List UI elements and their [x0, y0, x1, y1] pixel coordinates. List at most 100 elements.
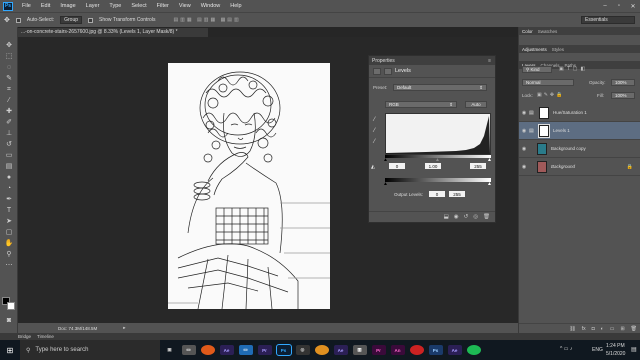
tab-color[interactable]: Color	[522, 29, 533, 34]
eyedropper-gray-icon[interactable]: ⁄	[374, 128, 375, 134]
menu-layer[interactable]: Layer	[81, 3, 105, 9]
eraser-icon[interactable]: ▭	[4, 151, 14, 161]
opera-icon[interactable]	[409, 345, 424, 355]
input-mid-field[interactable]: 1.00	[425, 163, 441, 169]
layer-name[interactable]: Background copy	[551, 146, 586, 151]
layer-filter-dropdown[interactable]: ⚲ Kind	[522, 66, 552, 73]
layer-mask-thumbnail[interactable]	[539, 106, 549, 119]
zoom-icon[interactable]: ⚲	[4, 250, 14, 260]
new-adjustment-icon[interactable]: ◐	[601, 326, 604, 332]
firefox-icon[interactable]	[200, 345, 215, 355]
eye-icon[interactable]: ◉	[519, 128, 529, 134]
trash-icon[interactable]: 🗑	[631, 326, 637, 332]
layer-mask-thumbnail[interactable]	[538, 123, 550, 138]
channel-dropdown[interactable]: RGB ⇕	[385, 101, 457, 108]
layer-thumbnail[interactable]	[537, 142, 547, 155]
premiere-icon[interactable]: Pr	[257, 345, 272, 355]
maximize-icon[interactable]: ▫	[612, 0, 626, 12]
reset-icon[interactable]: ↺	[464, 214, 469, 220]
fx-icon[interactable]: fx	[582, 326, 586, 332]
tab-timeline[interactable]: Timeline	[37, 334, 54, 339]
adobe-icon[interactable]: An	[390, 345, 405, 355]
clip-warning-icon[interactable]: ◭	[371, 164, 375, 170]
more-tools-icon[interactable]: ⋯	[4, 261, 14, 271]
mask-icon[interactable]	[384, 67, 392, 75]
language-indicator[interactable]: ENG	[592, 347, 603, 353]
dodge-icon[interactable]: ◔	[4, 184, 14, 194]
menu-view[interactable]: View	[174, 3, 196, 9]
marquee-icon[interactable]: ⬚	[4, 52, 14, 62]
opacity-field[interactable]: 100%	[611, 79, 635, 86]
menu-window[interactable]: Window	[196, 3, 226, 9]
blender-icon[interactable]	[314, 345, 329, 355]
layer-thumbnail[interactable]	[537, 160, 547, 173]
document-tab[interactable]: ...-on-concrete-stairs-2657600.jpg @ 8.3…	[18, 28, 208, 37]
crop-icon[interactable]: ⌗	[4, 85, 14, 95]
properties-tab[interactable]: Properties ≡	[369, 56, 495, 65]
quick-mask-icon[interactable]: ◙	[4, 316, 14, 326]
move-tool-icon[interactable]: ✥	[4, 16, 10, 24]
lock-icons[interactable]: ▣✎✥🔒	[537, 92, 564, 98]
panel-menu-icon[interactable]: ≡	[488, 58, 491, 64]
input-black-slider[interactable]: ▲	[383, 157, 388, 163]
clock-date[interactable]: 5/1/2020	[606, 351, 625, 357]
show-transform-checkbox[interactable]	[88, 17, 94, 23]
app-icon[interactable]	[466, 345, 481, 355]
menu-help[interactable]: Help	[225, 3, 246, 9]
layer-row[interactable]: ◉ ▤ Hue/Saturation 1	[519, 104, 640, 122]
fill-field[interactable]: 100%	[611, 92, 635, 99]
pen-icon[interactable]: ✒	[4, 195, 14, 205]
document-image-sketch[interactable]	[168, 63, 330, 309]
gradient-icon[interactable]: ▤	[4, 162, 14, 172]
eyedropper-white-icon[interactable]: ⁄	[374, 139, 375, 145]
eye-icon[interactable]: ◉	[519, 164, 529, 170]
add-mask-icon[interactable]: ◘	[592, 326, 595, 332]
brush-icon[interactable]: ✐	[4, 118, 14, 128]
layer-filter-icons[interactable]: ▣T▢◧	[559, 66, 588, 72]
layer-row[interactable]: ◉ Background copy	[519, 140, 640, 158]
tab-swatches[interactable]: Swatches	[538, 29, 558, 34]
folder-icon[interactable]: ▭	[238, 345, 253, 355]
shape-icon[interactable]: ▢	[4, 228, 14, 238]
background-color-swatch[interactable]	[7, 302, 15, 310]
status-arrow-icon[interactable]: ▸	[123, 325, 125, 331]
output-black-slider[interactable]: ▲	[383, 181, 388, 187]
blend-mode-dropdown[interactable]: Normal	[522, 79, 574, 86]
output-white-slider[interactable]: ▲	[487, 181, 492, 187]
eyedropper-icon[interactable]: ⁄	[4, 96, 14, 106]
output-white-field[interactable]: 255	[449, 191, 465, 197]
layer-row-selected[interactable]: ◉ ▤ Levels 1	[519, 122, 640, 140]
tab-styles[interactable]: Styles	[552, 47, 564, 52]
app-icon[interactable]: ▥	[352, 345, 367, 355]
taskbar-search[interactable]: ⚲ Type here to search	[20, 340, 160, 360]
app-icon[interactable]: ◎	[295, 345, 310, 355]
input-white-slider[interactable]: ▲	[487, 157, 492, 163]
clock-time[interactable]: 1:24 PM	[606, 343, 625, 349]
preset-dropdown[interactable]: Default ⇕	[393, 84, 487, 91]
lasso-icon[interactable]: ◌	[4, 63, 14, 73]
menu-edit[interactable]: Edit	[36, 3, 55, 9]
auto-select-checkbox[interactable]	[15, 17, 21, 23]
file-explorer-icon[interactable]: ▭	[181, 345, 196, 355]
stamp-icon[interactable]: ⊥	[4, 129, 14, 139]
eyedropper-black-icon[interactable]: ⁄	[374, 117, 375, 123]
move-icon[interactable]: ✥	[4, 41, 14, 51]
align-icons[interactable]: ▤▥▦ ▤▥▦ ▦▤▥	[173, 17, 240, 23]
tab-adjustments[interactable]: Adjustments	[522, 47, 547, 52]
photoshop-taskbar-icon[interactable]: Ps	[275, 344, 292, 356]
output-black-field[interactable]: 0	[429, 191, 445, 197]
after-effects-icon[interactable]: Ae	[219, 345, 234, 355]
auto-button[interactable]: Auto	[465, 101, 487, 108]
eye-icon[interactable]: ◉	[519, 110, 529, 116]
doc-size[interactable]: Doc: 74.3M/148.5M	[58, 326, 97, 331]
view-previous-icon[interactable]: ◉	[454, 214, 459, 220]
levels-adjustment-icon[interactable]	[373, 67, 381, 75]
input-black-field[interactable]: 0	[389, 163, 405, 169]
windows-start-icon[interactable]: ⊞	[0, 346, 20, 355]
layer-name[interactable]: Hue/Saturation 1	[553, 110, 587, 115]
menu-file[interactable]: File	[17, 3, 36, 9]
menu-image[interactable]: Image	[55, 3, 80, 9]
menu-select[interactable]: Select	[126, 3, 151, 9]
task-view-icon[interactable]: ▣	[163, 345, 177, 355]
ae-icon[interactable]: Ae	[333, 345, 348, 355]
